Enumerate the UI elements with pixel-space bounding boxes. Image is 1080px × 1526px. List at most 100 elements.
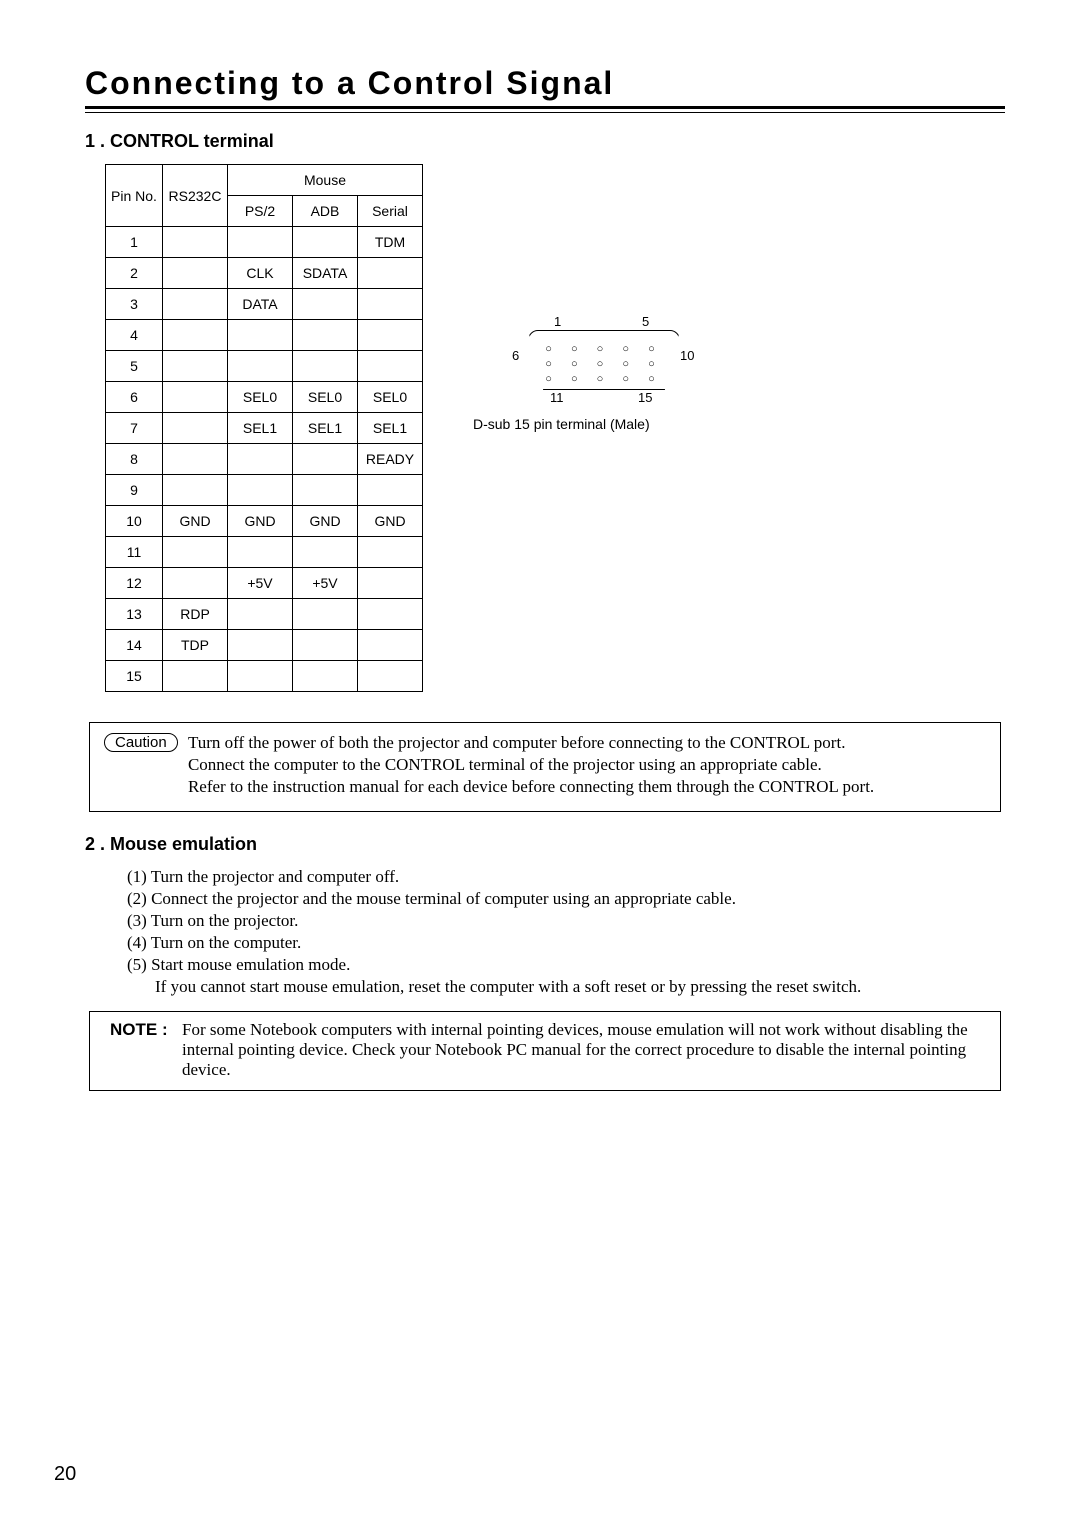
table-cell <box>228 227 293 258</box>
table-cell <box>228 475 293 506</box>
table-cell: 9 <box>106 475 163 506</box>
th-mouse: Mouse <box>228 165 423 196</box>
th-rs232c: RS232C <box>163 165 228 227</box>
step-5: (5) Start mouse emulation mode. <box>127 955 1005 975</box>
table-cell: 8 <box>106 444 163 475</box>
table-cell <box>293 227 358 258</box>
table-row: 7SEL1SEL1SEL1 <box>106 413 423 444</box>
table-cell <box>358 630 423 661</box>
table-cell <box>163 568 228 599</box>
table-cell: TDP <box>163 630 228 661</box>
table-cell <box>228 351 293 382</box>
section-1-heading: 1 . CONTROL terminal <box>85 131 1005 152</box>
table-row: 3 DATA <box>106 289 423 320</box>
table-cell: SDATA <box>293 258 358 289</box>
table-cell: READY <box>358 444 423 475</box>
caution-line-1: Turn off the power of both the projector… <box>188 733 968 753</box>
table-cell: SEL0 <box>358 382 423 413</box>
table-cell: GND <box>293 506 358 537</box>
table-cell <box>293 661 358 692</box>
table-row: 13RDP <box>106 599 423 630</box>
note-box: NOTE : For some Notebook computers with … <box>89 1011 1001 1091</box>
table-row: 10GNDGNDGNDGND <box>106 506 423 537</box>
table-cell <box>358 568 423 599</box>
table-cell <box>163 475 228 506</box>
table-cell <box>358 351 423 382</box>
table-cell <box>163 351 228 382</box>
table-row: 14TDP <box>106 630 423 661</box>
table-cell: RDP <box>163 599 228 630</box>
table-row: 9 <box>106 475 423 506</box>
table-cell <box>228 444 293 475</box>
table-cell <box>358 475 423 506</box>
pin-label-6: 6 <box>512 348 519 363</box>
table-cell <box>163 258 228 289</box>
page-number: 20 <box>54 1463 76 1486</box>
note-label: NOTE : <box>110 1020 182 1080</box>
table-cell: SEL1 <box>228 413 293 444</box>
table-row: 4 <box>106 320 423 351</box>
table-row: 5 <box>106 351 423 382</box>
step-1: (1) Turn the projector and computer off. <box>127 867 1005 887</box>
table-cell: 3 <box>106 289 163 320</box>
table-cell: DATA <box>228 289 293 320</box>
caution-line-3: Refer to the instruction manual for each… <box>188 777 968 797</box>
table-cell: GND <box>228 506 293 537</box>
step-3: (3) Turn on the projector. <box>127 911 1005 931</box>
table-cell: 10 <box>106 506 163 537</box>
table-cell: 14 <box>106 630 163 661</box>
table-cell: +5V <box>293 568 358 599</box>
pin-label-15: 15 <box>638 390 652 405</box>
table-cell <box>163 661 228 692</box>
table-cell <box>293 351 358 382</box>
table-cell: CLK <box>228 258 293 289</box>
table-row: 2CLKSDATA <box>106 258 423 289</box>
step-4: (4) Turn on the computer. <box>127 933 1005 953</box>
table-cell: 4 <box>106 320 163 351</box>
table-cell <box>228 320 293 351</box>
table-cell <box>228 599 293 630</box>
table-cell <box>228 661 293 692</box>
table-cell: 7 <box>106 413 163 444</box>
table-cell <box>163 382 228 413</box>
table-row: 11 <box>106 537 423 568</box>
pin-label-10: 10 <box>680 348 694 363</box>
table-cell <box>228 630 293 661</box>
table-cell <box>293 475 358 506</box>
table-cell <box>293 630 358 661</box>
control-terminal-table: Pin No. RS232C Mouse PS/2 ADB Serial 1TD… <box>105 164 423 692</box>
connector-caption: D-sub 15 pin terminal (Male) <box>473 416 733 432</box>
table-cell <box>293 599 358 630</box>
table-cell <box>293 537 358 568</box>
page-title: Connecting to a Control Signal <box>85 65 1005 102</box>
table-cell <box>228 537 293 568</box>
table-cell <box>293 320 358 351</box>
mouse-emulation-steps: (1) Turn the projector and computer off.… <box>127 867 1005 997</box>
table-row: 8 READY <box>106 444 423 475</box>
table-cell <box>163 320 228 351</box>
table-cell <box>358 537 423 568</box>
th-serial: Serial <box>358 196 423 227</box>
table-cell: 5 <box>106 351 163 382</box>
table-cell: 15 <box>106 661 163 692</box>
table-cell <box>163 227 228 258</box>
table-cell: SEL1 <box>293 413 358 444</box>
note-text: For some Notebook computers with interna… <box>182 1020 986 1080</box>
caution-line-2: Connect the computer to the CONTROL term… <box>188 755 968 775</box>
dsub-connector-diagram: 1 5 6 10 11 15 ○ ○ ○ ○ ○ ○ ○ ○ ○ ○ ○ ○ ○… <box>518 324 688 406</box>
table-cell <box>163 444 228 475</box>
table-cell: 12 <box>106 568 163 599</box>
pin-label-1: 1 <box>554 314 561 329</box>
caution-label: Caution <box>104 733 178 752</box>
table-row: 6SEL0SEL0SEL0 <box>106 382 423 413</box>
table-row: 1TDM <box>106 227 423 258</box>
step-5-note: If you cannot start mouse emulation, res… <box>155 977 1005 997</box>
table-cell: GND <box>163 506 228 537</box>
step-2: (2) Connect the projector and the mouse … <box>127 889 1005 909</box>
table-cell <box>163 289 228 320</box>
table-row: 15 <box>106 661 423 692</box>
table-cell: 6 <box>106 382 163 413</box>
table-cell: +5V <box>228 568 293 599</box>
table-cell <box>358 320 423 351</box>
table-cell: 13 <box>106 599 163 630</box>
